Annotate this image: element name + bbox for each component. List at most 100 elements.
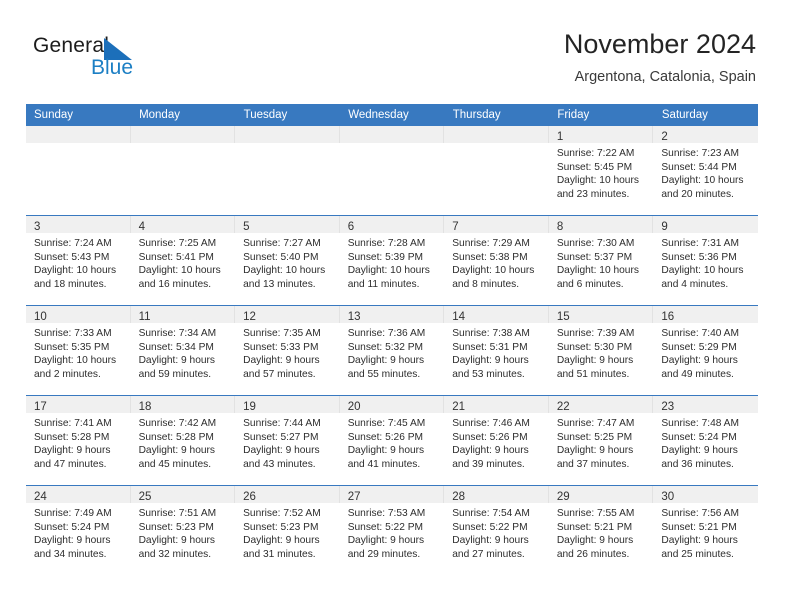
- daylight-text: Daylight: 10 hours and 11 minutes.: [347, 265, 430, 290]
- day-cell-details: Sunrise: 7:40 AM Sunset: 5:29 PM Daylight:…: [653, 323, 758, 381]
- daylight-text: Daylight: 9 hours and 43 minutes.: [243, 445, 320, 470]
- sunset-text: Sunset: 5:23 PM: [243, 521, 319, 533]
- calendar-day-cell[interactable]: 5 Sunrise: 7:27 AM Sunset: 5:40 PM Daylight…: [235, 215, 340, 306]
- day-cell-details: Sunrise: 7:41 AM Sunset: 5:28 PM Daylight:…: [26, 413, 131, 471]
- calendar-day-cell[interactable]: 26 Sunrise: 7:52 AM Sunset: 5:23 PM Dayligh…: [235, 485, 340, 575]
- day-number: 8: [556, 221, 564, 233]
- day-number: 22: [556, 401, 570, 413]
- sunset-text: Sunset: 5:35 PM: [34, 341, 110, 353]
- calendar-day-cell[interactable]: 7 Sunrise: 7:29 AM Sunset: 5:38 PM Daylight…: [444, 215, 549, 306]
- day-number: 10: [34, 311, 47, 323]
- daylight-text: Daylight: 9 hours and 55 minutes.: [347, 355, 425, 380]
- sunset-text: Sunset: 5:44 PM: [661, 161, 737, 173]
- day-number-band: 14: [444, 306, 549, 323]
- day-cell-details: Sunrise: 7:52 AM Sunset: 5:23 PM Daylight:…: [235, 503, 340, 561]
- day-number: 20: [347, 401, 361, 413]
- calendar-day-cell[interactable]: 18 Sunrise: 7:42 AM Sunset: 5:28 PM Dayligh…: [130, 395, 236, 486]
- daylight-text: Daylight: 9 hours and 31 minutes.: [243, 535, 320, 560]
- weekday-header-saturday: Saturday: [653, 104, 759, 126]
- page-subtitle-location: Argentona, Catalonia, Spain: [574, 69, 756, 85]
- calendar-day-cell-empty: [130, 126, 236, 216]
- sunrise-text: Sunrise: 7:42 AM: [138, 418, 217, 429]
- day-cell-details: Sunrise: 7:22 AM Sunset: 5:45 PM Daylight:…: [549, 143, 654, 201]
- calendar-day-cell[interactable]: 16 Sunrise: 7:40 AM Sunset: 5:29 PM Dayligh…: [653, 305, 758, 396]
- day-number-band: 13: [339, 306, 445, 323]
- daylight-text: Daylight: 9 hours and 53 minutes.: [452, 355, 529, 380]
- sunset-text: Sunset: 5:43 PM: [34, 251, 110, 263]
- calendar-day-cell[interactable]: 28 Sunrise: 7:54 AM Sunset: 5:22 PM Dayligh…: [444, 485, 549, 575]
- sunset-text: Sunset: 5:34 PM: [138, 341, 214, 353]
- calendar-day-cell[interactable]: 20 Sunrise: 7:45 AM Sunset: 5:26 PM Dayligh…: [339, 395, 445, 486]
- day-number-band: 1: [548, 126, 654, 143]
- calendar-day-cell[interactable]: 14 Sunrise: 7:38 AM Sunset: 5:31 PM Dayligh…: [444, 305, 549, 396]
- daylight-text: Daylight: 9 hours and 37 minutes.: [556, 445, 634, 470]
- day-number-band: 22: [548, 396, 654, 413]
- day-cell-details: Sunrise: 7:51 AM Sunset: 5:23 PM Daylight:…: [131, 503, 236, 561]
- daylight-text: Daylight: 10 hours and 8 minutes.: [452, 265, 535, 290]
- calendar-day-cell[interactable]: 25 Sunrise: 7:51 AM Sunset: 5:23 PM Dayligh…: [130, 485, 236, 575]
- calendar-day-cell[interactable]: 21 Sunrise: 7:46 AM Sunset: 5:26 PM Dayligh…: [444, 395, 549, 486]
- calendar-day-cell[interactable]: 3 Sunrise: 7:24 AM Sunset: 5:43 PM Daylight…: [26, 215, 131, 306]
- daylight-text: Daylight: 10 hours and 13 minutes.: [243, 265, 326, 290]
- calendar-week-row: 3 Sunrise: 7:24 AM Sunset: 5:43 PM Daylight…: [26, 215, 758, 306]
- calendar-day-cell-empty: [339, 126, 445, 216]
- page-title: November 2024: [563, 29, 756, 59]
- daylight-text: Daylight: 9 hours and 57 minutes.: [243, 355, 320, 380]
- day-number: 19: [243, 401, 256, 413]
- calendar-day-cell[interactable]: 17 Sunrise: 7:41 AM Sunset: 5:28 PM Dayligh…: [26, 395, 131, 486]
- sunrise-text: Sunrise: 7:40 AM: [661, 328, 739, 339]
- sunset-text: Sunset: 5:23 PM: [138, 521, 214, 533]
- calendar-day-cell[interactable]: 19 Sunrise: 7:44 AM Sunset: 5:27 PM Dayligh…: [235, 395, 340, 486]
- sunset-text: Sunset: 5:30 PM: [556, 341, 633, 353]
- general-blue-logo[interactable]: General Blue: [33, 34, 273, 90]
- day-number-band: 5: [235, 216, 340, 233]
- sunrise-text: Sunrise: 7:31 AM: [661, 238, 739, 249]
- calendar-day-cell-empty: [444, 126, 549, 216]
- day-cell-inner: 26 Sunrise: 7:52 AM Sunset: 5:23 PM Dayligh…: [235, 486, 340, 575]
- calendar-day-cell[interactable]: 12 Sunrise: 7:35 AM Sunset: 5:33 PM Dayligh…: [235, 305, 340, 396]
- calendar-day-cell[interactable]: 8 Sunrise: 7:30 AM Sunset: 5:37 PM Daylight…: [548, 215, 654, 306]
- day-cell-inner: 1 Sunrise: 7:22 AM Sunset: 5:45 PM Daylight…: [548, 126, 654, 215]
- day-cell-inner: 27 Sunrise: 7:53 AM Sunset: 5:22 PM Dayligh…: [339, 486, 445, 575]
- calendar-day-cell[interactable]: 6 Sunrise: 7:28 AM Sunset: 5:39 PM Daylight…: [339, 215, 445, 306]
- daylight-text: Daylight: 9 hours and 25 minutes.: [661, 535, 738, 560]
- calendar-day-cell[interactable]: 22 Sunrise: 7:47 AM Sunset: 5:25 PM Dayligh…: [548, 395, 654, 486]
- calendar-day-cell[interactable]: 30 Sunrise: 7:56 AM Sunset: 5:21 PM Dayligh…: [653, 485, 758, 575]
- sunrise-text: Sunrise: 7:36 AM: [347, 328, 426, 339]
- day-number: 18: [138, 401, 152, 413]
- day-cell-inner: 30 Sunrise: 7:56 AM Sunset: 5:21 PM Dayligh…: [653, 486, 758, 575]
- weekday-header-sunday: Sunday: [26, 104, 132, 126]
- calendar-day-cell[interactable]: 9 Sunrise: 7:31 AM Sunset: 5:36 PM Daylight…: [653, 215, 758, 306]
- calendar-day-cell[interactable]: 23 Sunrise: 7:48 AM Sunset: 5:24 PM Dayligh…: [653, 395, 758, 486]
- sunset-text: Sunset: 5:27 PM: [243, 431, 319, 443]
- day-cell-details: Sunrise: 7:42 AM Sunset: 5:28 PM Daylight:…: [131, 413, 236, 471]
- daylight-text: Daylight: 10 hours and 2 minutes.: [34, 355, 117, 380]
- sunrise-text: Sunrise: 7:23 AM: [661, 148, 739, 159]
- day-cell-inner: 17 Sunrise: 7:41 AM Sunset: 5:28 PM Dayligh…: [26, 396, 131, 485]
- sunrise-text: Sunrise: 7:35 AM: [243, 328, 321, 339]
- day-number: 1: [556, 131, 564, 143]
- calendar-day-cell[interactable]: 27 Sunrise: 7:53 AM Sunset: 5:22 PM Dayligh…: [339, 485, 445, 575]
- sunrise-text: Sunrise: 7:28 AM: [347, 238, 426, 249]
- day-cell-inner: 8 Sunrise: 7:30 AM Sunset: 5:37 PM Daylight…: [548, 216, 654, 305]
- calendar-table: Sunday Monday Tuesday Wednesday Thursday…: [26, 104, 759, 575]
- calendar-day-cell[interactable]: 1 Sunrise: 7:22 AM Sunset: 5:45 PM Daylight…: [548, 126, 654, 216]
- calendar-day-cell[interactable]: 10 Sunrise: 7:33 AM Sunset: 5:35 PM Dayligh…: [26, 305, 131, 396]
- calendar-day-cell[interactable]: 4 Sunrise: 7:25 AM Sunset: 5:41 PM Daylight…: [130, 215, 236, 306]
- calendar-day-cell[interactable]: 11 Sunrise: 7:34 AM Sunset: 5:34 PM Dayligh…: [130, 305, 236, 396]
- calendar-day-cell[interactable]: 24 Sunrise: 7:49 AM Sunset: 5:24 PM Dayligh…: [26, 485, 131, 575]
- day-cell-inner: [130, 126, 236, 215]
- calendar-day-cell[interactable]: 13 Sunrise: 7:36 AM Sunset: 5:32 PM Dayligh…: [339, 305, 445, 396]
- sunrise-text: Sunrise: 7:38 AM: [452, 328, 530, 339]
- day-number: 23: [661, 401, 675, 413]
- calendar-day-cell[interactable]: 29 Sunrise: 7:55 AM Sunset: 5:21 PM Dayligh…: [548, 485, 654, 575]
- day-number-band: 11: [130, 306, 236, 323]
- day-number: 4: [138, 221, 145, 233]
- sunset-text: Sunset: 5:31 PM: [452, 341, 528, 353]
- calendar-day-cell[interactable]: 2 Sunrise: 7:23 AM Sunset: 5:44 PM Daylight…: [653, 126, 758, 216]
- calendar-day-cell[interactable]: 15 Sunrise: 7:39 AM Sunset: 5:30 PM Dayligh…: [548, 305, 654, 396]
- logo-text-blue: Blue: [91, 56, 134, 79]
- day-cell-details: Sunrise: 7:34 AM Sunset: 5:34 PM Daylight:…: [131, 323, 236, 381]
- day-cell-details: Sunrise: 7:56 AM Sunset: 5:21 PM Daylight:…: [653, 503, 758, 561]
- sunset-text: Sunset: 5:38 PM: [452, 251, 528, 263]
